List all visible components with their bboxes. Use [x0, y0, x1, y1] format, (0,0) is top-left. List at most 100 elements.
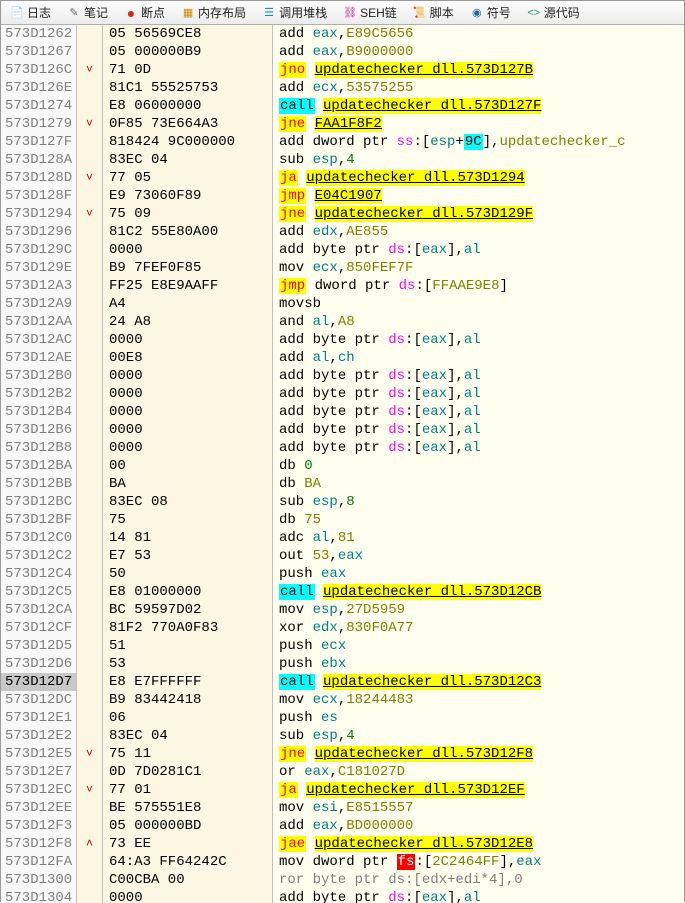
disasm-row[interactable]: 573D12A9A4movsb: [1, 295, 684, 313]
disasm-row[interactable]: 573D12EEBE 575551E8mov esi,E8515557: [1, 799, 684, 817]
disasm-row[interactable]: 573D1294˅75 09jne updatechecker_dll.573D…: [1, 205, 684, 223]
jump-arrow-gutter: [77, 799, 103, 817]
disasm-row[interactable]: 573D12CABC 59597D02mov esp,27D5959: [1, 601, 684, 619]
disasm-row[interactable]: 573D12BC83EC 08sub esp,8: [1, 493, 684, 511]
address-cell: 573D129E: [1, 259, 77, 277]
disasm-row[interactable]: 573D12D653push ebx: [1, 655, 684, 673]
bytes-cell: A4: [103, 295, 273, 313]
disasm-row[interactable]: 573D126C˅71 0Djno updatechecker_dll.573D…: [1, 61, 684, 79]
disasm-cell: add eax,E89C5656: [273, 25, 684, 43]
disasm-row[interactable]: 573D12D7E8 E7FFFFFFcall updatechecker_dl…: [1, 673, 684, 691]
bytes-cell: 73 EE: [103, 835, 273, 853]
tab-breakpoints[interactable]: ●断点: [117, 1, 172, 24]
disasm-row[interactable]: 573D12E5˅75 11jne updatechecker_dll.573D…: [1, 745, 684, 763]
disasm-cell: jne FAA1F8F2: [273, 115, 684, 133]
disasm-row[interactable]: 573D12BF75db 75: [1, 511, 684, 529]
tab-script[interactable]: 📜脚本: [406, 1, 461, 24]
disasm-row[interactable]: 573D12F305 000000BDadd eax,BD000000: [1, 817, 684, 835]
disasm-row[interactable]: 573D129C0000add byte ptr ds:[eax],al: [1, 241, 684, 259]
disasm-row[interactable]: 573D12DCB9 83442418mov ecx,18244483: [1, 691, 684, 709]
jump-arrow-gutter: ˅: [77, 169, 103, 187]
jump-arrow-gutter: [77, 385, 103, 403]
disasm-row[interactable]: 573D1274E8 06000000call updatechecker_dl…: [1, 97, 684, 115]
address-cell: 573D1304: [1, 889, 77, 903]
jump-arrow-gutter: [77, 439, 103, 457]
jump-arrow-gutter: [77, 529, 103, 547]
disasm-row[interactable]: 573D12B40000add byte ptr ds:[eax],al: [1, 403, 684, 421]
disasm-row[interactable]: 573D128A83EC 04sub esp,4: [1, 151, 684, 169]
disasm-row[interactable]: 573D129681C2 55E80A00add edx,AE855: [1, 223, 684, 241]
disasm-row[interactable]: 573D1300C00CBA 00ror byte ptr ds:[edx+ed…: [1, 871, 684, 889]
disasm-row[interactable]: 573D12FA64:A3 FF64242Cmov dword ptr fs:[…: [1, 853, 684, 871]
disasm-row[interactable]: 573D12C450push eax: [1, 565, 684, 583]
disasm-row[interactable]: 573D126E81C1 55525753add ecx,53575255: [1, 79, 684, 97]
address-cell: 573D12BB: [1, 475, 77, 493]
tab-source[interactable]: <>源代码: [520, 1, 587, 24]
jump-arrow-gutter: ˄: [77, 835, 103, 853]
disasm-row[interactable]: 573D12C014 81adc al,81: [1, 529, 684, 547]
bytes-cell: 0000: [103, 889, 273, 903]
jump-arrow-gutter: [77, 79, 103, 97]
disasm-row[interactable]: 573D12E70D 7D0281C1or eax,C181027D: [1, 763, 684, 781]
disasm-row[interactable]: 573D12EC˅77 01ja updatechecker_dll.573D1…: [1, 781, 684, 799]
disasm-row[interactable]: 573D12AC0000add byte ptr ds:[eax],al: [1, 331, 684, 349]
bytes-cell: BE 575551E8: [103, 799, 273, 817]
disasm-cell: adc al,81: [273, 529, 684, 547]
disasm-row[interactable]: 573D12B80000add byte ptr ds:[eax],al: [1, 439, 684, 457]
disasm-row[interactable]: 573D12A3FF25 E8E9AAFFjmp dword ptr ds:[F…: [1, 277, 684, 295]
disasm-row[interactable]: 573D1279˅0F85 73E664A3jne FAA1F8F2: [1, 115, 684, 133]
address-cell: 573D12D6: [1, 655, 77, 673]
disasm-row[interactable]: 573D12D551push ecx: [1, 637, 684, 655]
tab-memmap[interactable]: ▦内存布局: [174, 1, 253, 24]
disasm-row[interactable]: 573D128FE9 73060F89jmp E04C1907: [1, 187, 684, 205]
bytes-cell: 53: [103, 655, 273, 673]
disasm-row[interactable]: 573D12F8˄73 EEjae updatechecker_dll.573D…: [1, 835, 684, 853]
disasm-cell: call updatechecker_dll.573D12C3: [273, 673, 684, 691]
jump-arrow-gutter: [77, 511, 103, 529]
disasm-row[interactable]: 573D12C2E7 53out 53,eax: [1, 547, 684, 565]
disasm-row[interactable]: 573D12E106push es: [1, 709, 684, 727]
disasm-cell: jno updatechecker_dll.573D127B: [273, 61, 684, 79]
jump-arrow-gutter: [77, 187, 103, 205]
address-cell: 573D1296: [1, 223, 77, 241]
callstack-icon: ☰: [262, 6, 276, 20]
disasm-row[interactable]: 573D12B00000add byte ptr ds:[eax],al: [1, 367, 684, 385]
address-cell: 573D12B8: [1, 439, 77, 457]
disasm-row[interactable]: 573D12B60000add byte ptr ds:[eax],al: [1, 421, 684, 439]
tab-notes[interactable]: ✎笔记: [60, 1, 115, 24]
disasm-row[interactable]: 573D129EB9 7FEF0F85mov ecx,850FEF7F: [1, 259, 684, 277]
disasm-row[interactable]: 573D12B20000add byte ptr ds:[eax],al: [1, 385, 684, 403]
address-cell: 573D12C4: [1, 565, 77, 583]
disasm-cell: ja updatechecker_dll.573D1294: [273, 169, 684, 187]
tab-symbols[interactable]: ◉符号: [463, 1, 518, 24]
disasm-row[interactable]: 573D12BBBAdb BA: [1, 475, 684, 493]
jump-arrow-gutter: [77, 601, 103, 619]
address-cell: 573D12D5: [1, 637, 77, 655]
disasm-row[interactable]: 573D127F818424 9C000000add dword ptr ss:…: [1, 133, 684, 151]
disasm-row[interactable]: 573D126705 000000B9add eax,B9000000: [1, 43, 684, 61]
disasm-row[interactable]: 573D12AE00E8add al,ch: [1, 349, 684, 367]
seh-icon: ⛓: [343, 6, 357, 20]
jump-arrow-gutter: [77, 619, 103, 637]
disasm-row[interactable]: 573D12CF81F2 770A0F83xor edx,830F0A77: [1, 619, 684, 637]
tab-seh[interactable]: ⛓SEH链: [336, 1, 404, 24]
tab-log[interactable]: 📄日志: [3, 1, 58, 24]
disasm-row[interactable]: 573D12E283EC 04sub esp,4: [1, 727, 684, 745]
bytes-cell: 81F2 770A0F83: [103, 619, 273, 637]
disasm-row[interactable]: 573D126205 56569CE8add eax,E89C5656: [1, 25, 684, 43]
disasm-row[interactable]: 573D12BA00db 0: [1, 457, 684, 475]
jump-arrow-gutter: [77, 277, 103, 295]
tab-callstack[interactable]: ☰调用堆栈: [255, 1, 334, 24]
address-cell: 573D12EC: [1, 781, 77, 799]
disasm-row[interactable]: 573D128D˅77 05ja updatechecker_dll.573D1…: [1, 169, 684, 187]
bytes-cell: 818424 9C000000: [103, 133, 273, 151]
disasm-row[interactable]: 573D12C5E8 01000000call updatechecker_dl…: [1, 583, 684, 601]
bytes-cell: 51: [103, 637, 273, 655]
address-cell: 573D12E1: [1, 709, 77, 727]
disasm-row[interactable]: 573D12AA24 A8and al,A8: [1, 313, 684, 331]
disasm-cell: add ecx,53575255: [273, 79, 684, 97]
bytes-cell: 77 05: [103, 169, 273, 187]
disasm-row[interactable]: 573D13040000add byte ptr ds:[eax],al: [1, 889, 684, 903]
jump-arrow-gutter: [77, 133, 103, 151]
disassembly-view[interactable]: 573D126205 56569CE8add eax,E89C5656573D1…: [1, 25, 684, 903]
